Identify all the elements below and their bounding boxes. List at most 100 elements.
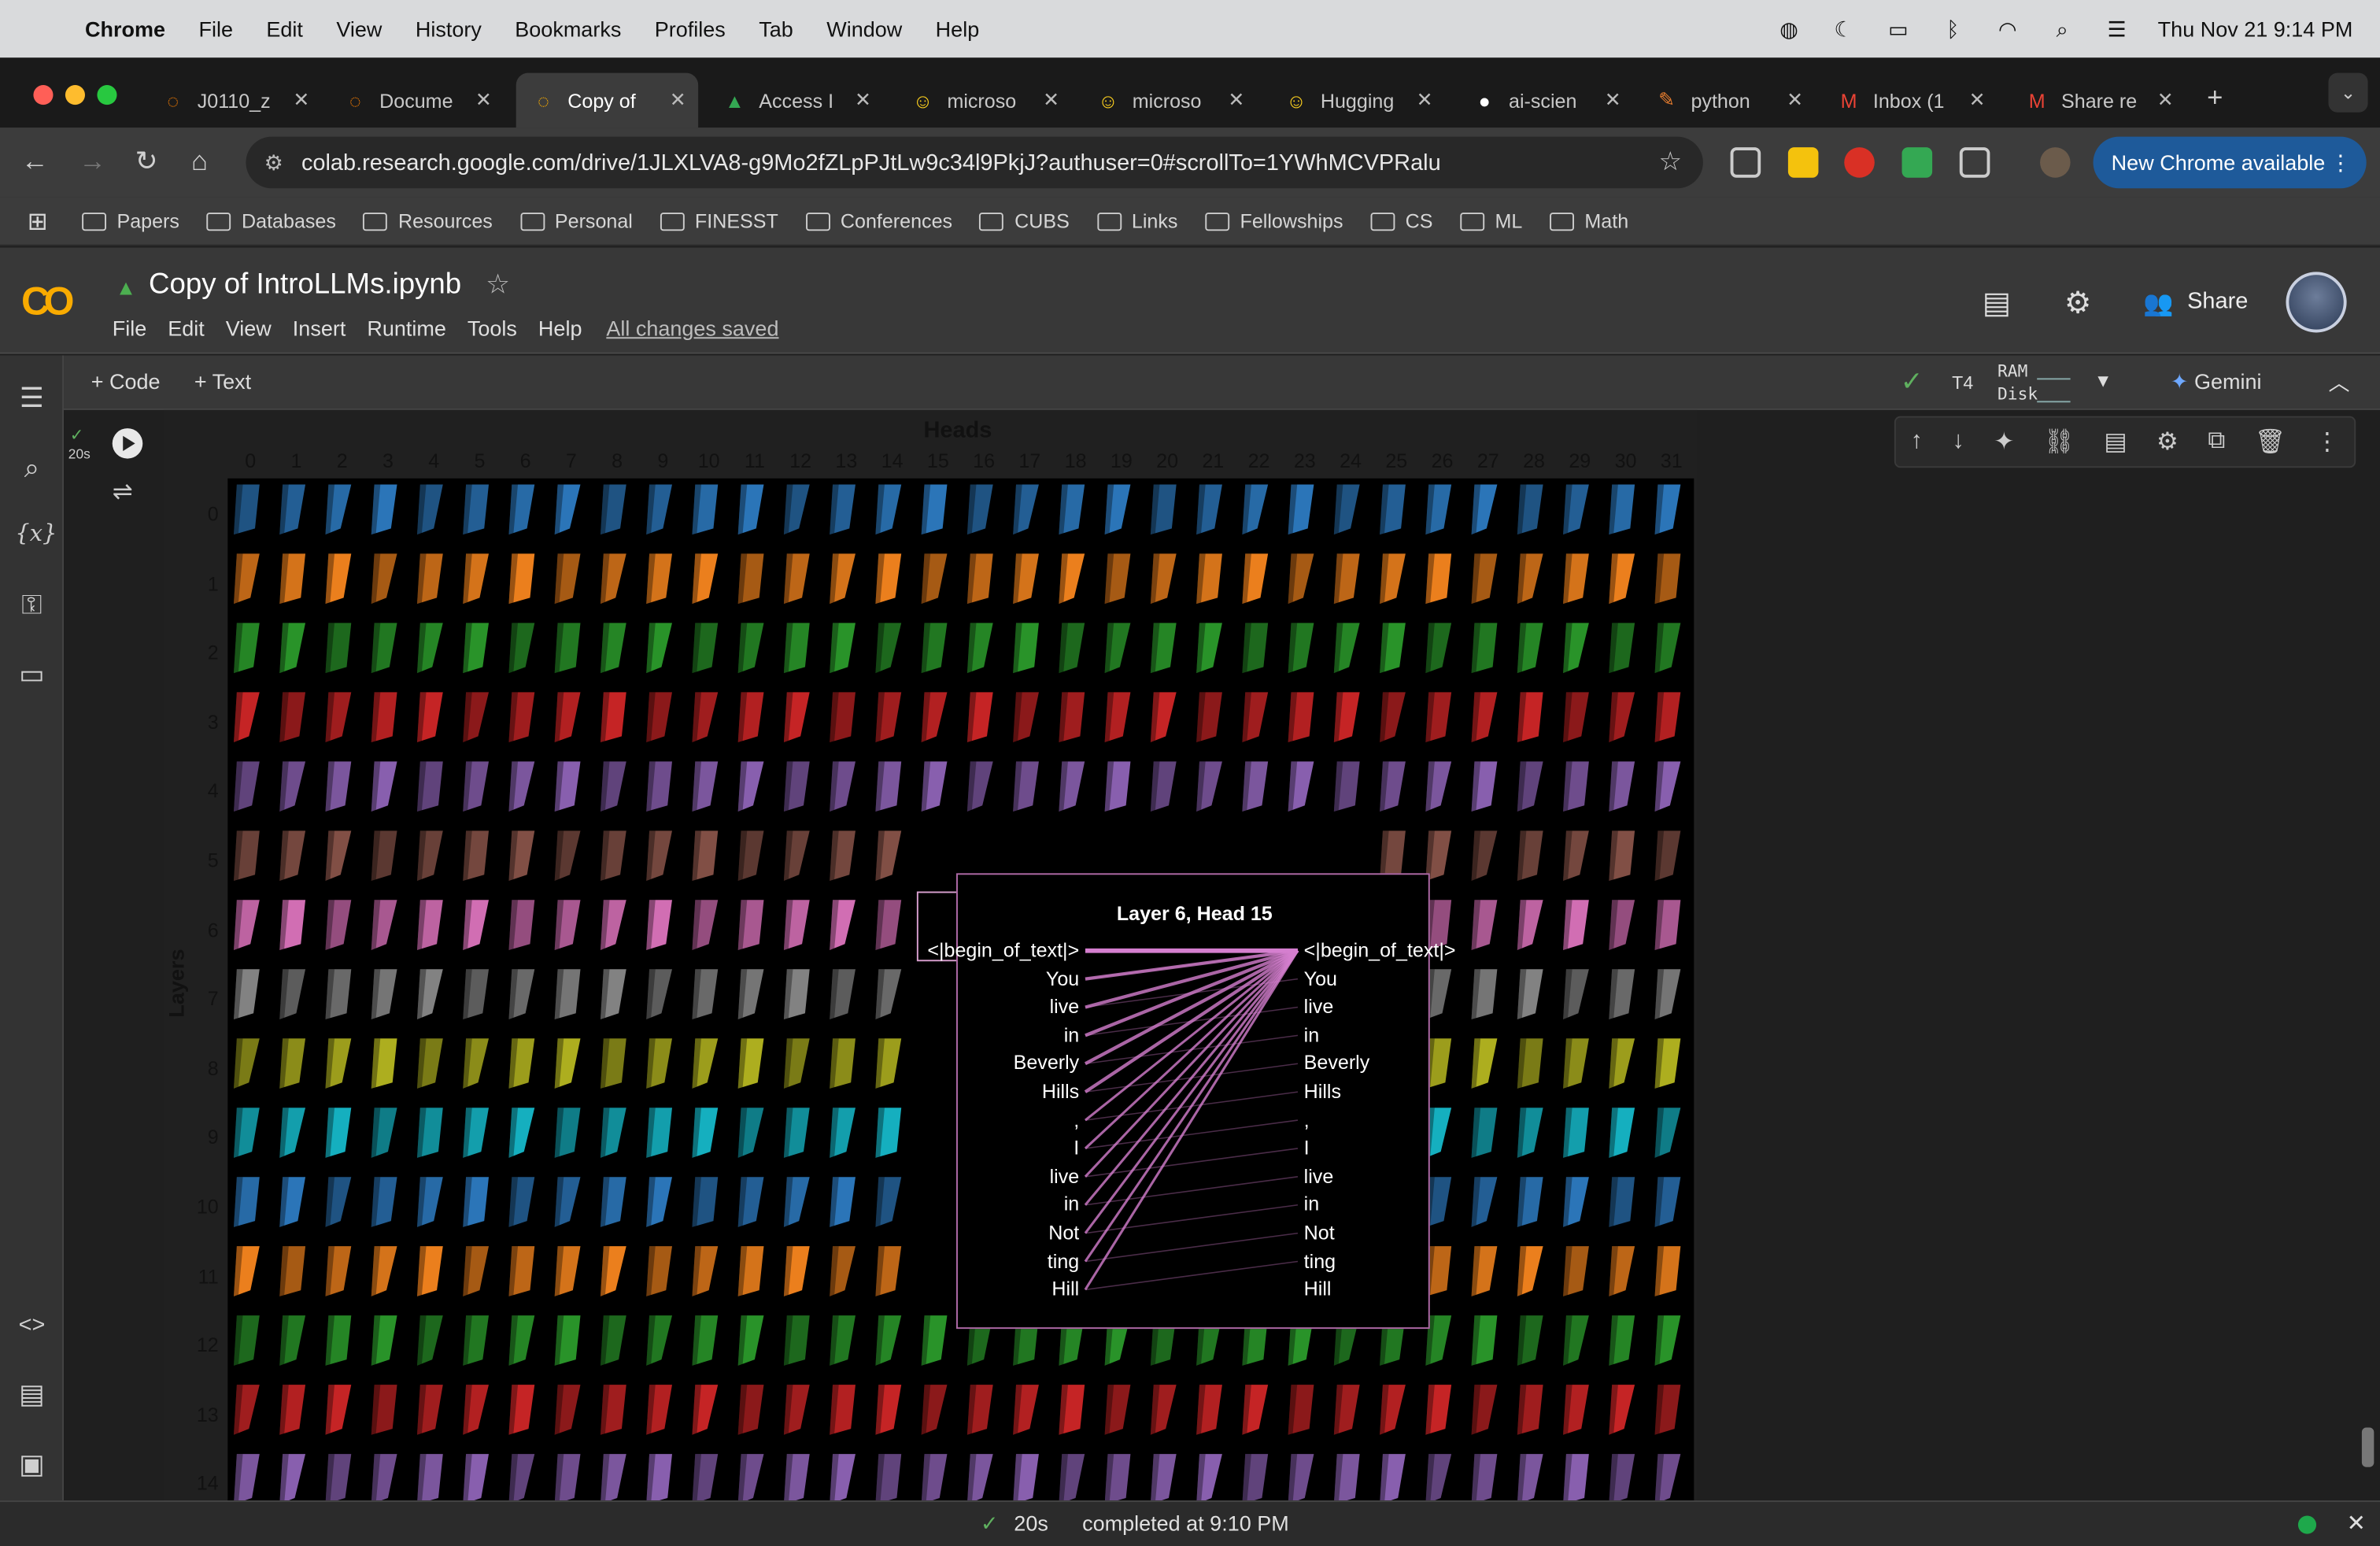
add-text-button[interactable]: + Text [194, 369, 251, 394]
attention-head-thumbnail[interactable] [1609, 1108, 1635, 1158]
save-status-link[interactable]: All changes saved [606, 316, 778, 340]
attention-head-thumbnail[interactable] [325, 900, 352, 950]
tab-7[interactable]: ● ai-scien ✕ [1457, 73, 1633, 128]
attention-head-thumbnail[interactable] [1654, 1038, 1681, 1089]
attention-head-thumbnail[interactable] [1380, 553, 1406, 605]
attention-head-thumbnail[interactable] [325, 623, 352, 674]
close-tab-icon[interactable]: ✕ [855, 88, 871, 113]
attention-head-thumbnail[interactable] [1013, 761, 1039, 812]
bookmark-star-icon[interactable]: ☆ [1658, 147, 1681, 178]
attention-head-thumbnail[interactable] [1563, 1385, 1589, 1435]
attention-head-thumbnail[interactable] [1425, 1454, 1452, 1504]
attention-head-thumbnail[interactable] [279, 900, 306, 950]
attention-head-thumbnail[interactable] [1517, 484, 1543, 535]
attention-head-thumbnail[interactable] [1517, 553, 1543, 605]
attention-head-thumbnail[interactable] [1654, 623, 1681, 674]
attention-head-thumbnail[interactable] [234, 623, 260, 674]
tab-10[interactable]: M Share re ✕ [2009, 73, 2186, 128]
close-tab-icon[interactable]: ✕ [1043, 88, 1059, 113]
bookmark-folder[interactable]: Conferences [805, 209, 952, 232]
attention-head-thumbnail[interactable] [1654, 900, 1681, 950]
attention-head-thumbnail[interactable] [416, 830, 443, 881]
attention-head-thumbnail[interactable] [371, 1177, 397, 1227]
attention-head-thumbnail[interactable] [508, 1385, 535, 1435]
attention-head-thumbnail[interactable] [692, 1177, 719, 1227]
attention-head-thumbnail[interactable] [371, 1038, 397, 1089]
attention-head-thumbnail[interactable] [783, 1454, 810, 1504]
attention-head-thumbnail[interactable] [325, 1454, 352, 1504]
attention-head-thumbnail[interactable] [1563, 830, 1589, 881]
attention-head-thumbnail[interactable] [1609, 1385, 1635, 1435]
attention-head-thumbnail[interactable] [1609, 900, 1635, 950]
resource-monitor[interactable]: RAM Disk [1998, 360, 2038, 405]
attention-head-thumbnail[interactable] [279, 830, 306, 881]
bookmark-folder[interactable]: Databases [206, 209, 336, 232]
menu-bar-clock[interactable]: Thu Nov 21 9:14 PM [2158, 17, 2353, 41]
attention-head-thumbnail[interactable] [416, 1108, 443, 1158]
attention-head-thumbnail[interactable] [416, 969, 443, 1019]
attention-head-thumbnail[interactable] [234, 1246, 260, 1296]
scrollbar-thumb[interactable] [2361, 1427, 2374, 1467]
home-icon[interactable]: ⌂ [191, 146, 208, 178]
attention-head-thumbnail[interactable] [463, 900, 490, 950]
link-icon[interactable]: ⛓ [2044, 427, 2075, 457]
attention-head-thumbnail[interactable] [508, 553, 535, 605]
attention-head-thumbnail[interactable] [1104, 623, 1131, 674]
attention-head-thumbnail[interactable] [1380, 484, 1406, 535]
attention-head-thumbnail[interactable] [600, 1108, 626, 1158]
attention-head-thumbnail[interactable] [783, 900, 810, 950]
tab-6[interactable]: ☺ Hugging ✕ [1269, 73, 1445, 128]
attention-head-thumbnail[interactable] [692, 761, 719, 812]
attention-head-thumbnail[interactable] [371, 900, 397, 950]
app-menu-chrome[interactable]: Chrome [85, 17, 165, 41]
attention-head-thumbnail[interactable] [830, 1246, 856, 1296]
runtime-dropdown-icon[interactable]: ▾ [2097, 368, 2108, 394]
close-tab-icon[interactable]: ✕ [1605, 88, 1621, 113]
cast-icon[interactable] [1730, 147, 1761, 178]
attention-head-thumbnail[interactable] [1425, 553, 1452, 605]
cell-settings-gear-icon[interactable]: ⚙ [2156, 427, 2179, 457]
collapse-chevron-icon[interactable]: ︿ [2328, 368, 2349, 398]
attention-head-thumbnail[interactable] [1609, 1038, 1635, 1089]
attention-head-thumbnail[interactable] [1563, 1246, 1589, 1296]
attention-head-thumbnail[interactable] [737, 1385, 764, 1435]
files-folder-icon[interactable]: ▭ [15, 659, 48, 691]
attention-head-thumbnail[interactable] [1609, 484, 1635, 535]
colab-logo-icon[interactable]: CO [21, 278, 75, 325]
attention-head-thumbnail[interactable] [692, 830, 719, 881]
attention-head-thumbnail[interactable] [1654, 761, 1681, 812]
attention-head-thumbnail[interactable] [875, 553, 902, 605]
attention-head-thumbnail[interactable] [1150, 553, 1177, 605]
attention-head-thumbnail[interactable] [416, 1315, 443, 1366]
attention-head-thumbnail[interactable] [1059, 761, 1085, 812]
attention-head-thumbnail[interactable] [508, 1315, 535, 1366]
attention-head-thumbnail[interactable] [1471, 553, 1498, 605]
secrets-key-icon[interactable]: ⚿ [15, 590, 48, 622]
attention-head-thumbnail[interactable] [1059, 692, 1085, 743]
attention-head-thumbnail[interactable] [1471, 761, 1498, 812]
attention-head-thumbnail[interactable] [325, 553, 352, 605]
attention-head-thumbnail[interactable] [279, 1038, 306, 1089]
apps-grid-icon[interactable]: ⊞ [28, 205, 55, 236]
attention-head-thumbnail[interactable] [554, 761, 581, 812]
notebook-title[interactable]: Copy of IntroLLMs.ipynb [149, 268, 461, 301]
attention-head-thumbnail[interactable] [1425, 761, 1452, 812]
attention-head-thumbnail[interactable] [371, 1246, 397, 1296]
attention-head-thumbnail[interactable] [463, 553, 490, 605]
attention-head-thumbnail[interactable] [830, 761, 856, 812]
attention-head-thumbnail[interactable] [646, 1246, 672, 1296]
bookmark-folder[interactable]: ML [1460, 209, 1522, 232]
attention-head-thumbnail[interactable] [1150, 761, 1177, 812]
attention-head-thumbnail[interactable] [1333, 484, 1360, 535]
attention-head-thumbnail[interactable] [1517, 761, 1543, 812]
attention-head-thumbnail[interactable] [325, 969, 352, 1019]
attention-head-thumbnail[interactable] [600, 1315, 626, 1366]
attention-head-thumbnail[interactable] [1517, 1454, 1543, 1504]
attention-head-thumbnail[interactable] [416, 1454, 443, 1504]
attention-head-thumbnail[interactable] [234, 830, 260, 881]
menu-help[interactable]: Help [538, 316, 582, 340]
star-icon[interactable]: ☆ [486, 268, 510, 301]
mac-menu-profiles[interactable]: Profiles [655, 17, 726, 41]
bookmark-folder[interactable]: Personal [519, 209, 633, 232]
settings-gear-icon[interactable]: ⚙ [2064, 284, 2092, 322]
